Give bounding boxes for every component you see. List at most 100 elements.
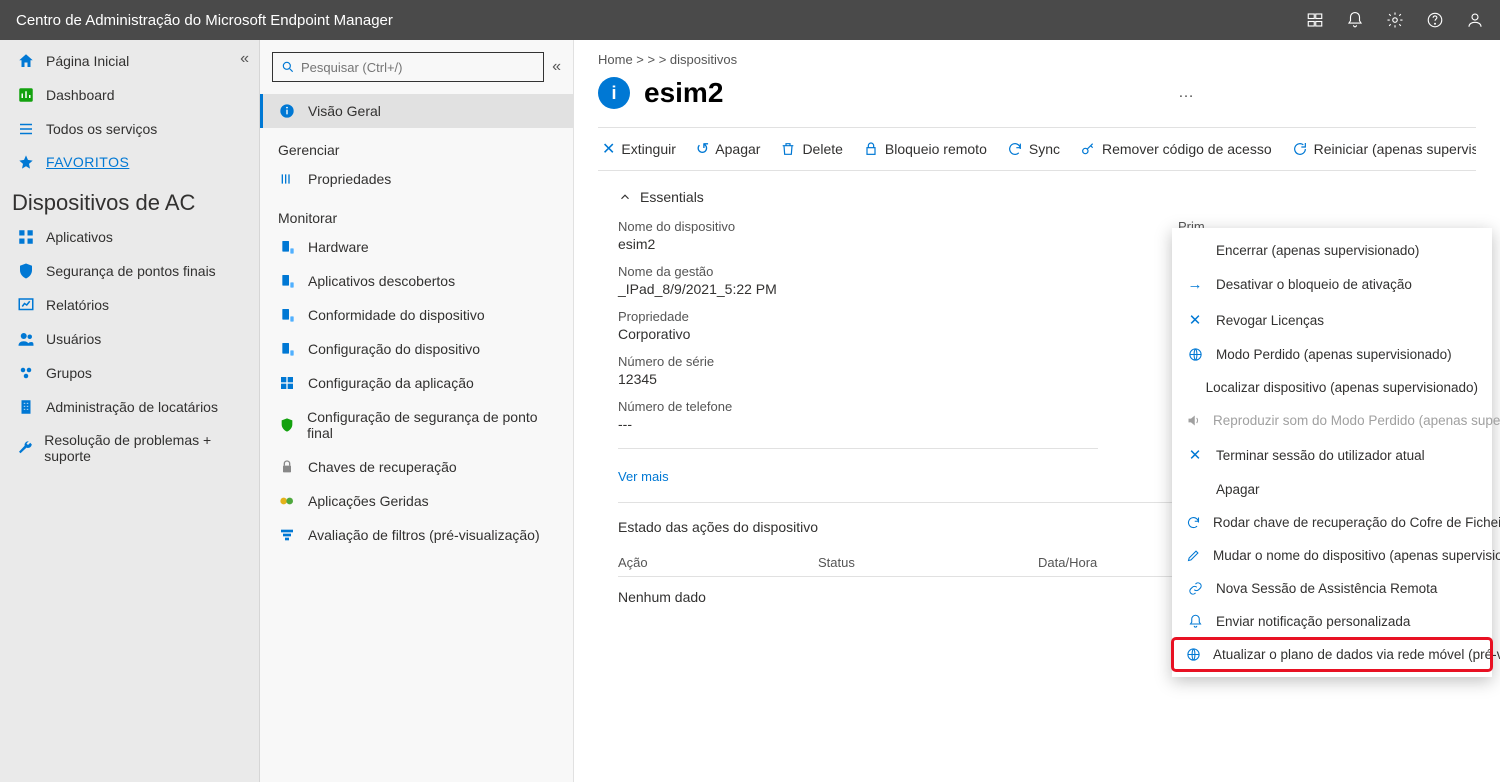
nav-reports[interactable]: Relatórios	[0, 288, 259, 322]
cmd-delete[interactable]: Delete	[776, 141, 846, 157]
nav-home[interactable]: Página Inicial	[0, 44, 259, 78]
globe-icon	[1186, 347, 1204, 362]
breadcrumb[interactable]: Home > > > dispositivos	[598, 52, 1476, 67]
device-icon	[278, 239, 296, 255]
subnav-overview[interactable]: Visão Geral	[260, 94, 573, 128]
topbar-icons	[1306, 11, 1484, 29]
serial-value: 12345	[618, 371, 1098, 387]
nav-apps-label: Aplicativos	[46, 229, 113, 245]
top-bar: Centro de Administração do Microsoft End…	[0, 0, 1500, 40]
directories-icon[interactable]	[1306, 11, 1324, 29]
nav-users[interactable]: Usuários	[0, 322, 259, 356]
subnav-hardware-label: Hardware	[308, 239, 369, 255]
subnav-group-monitor: Monitorar	[260, 196, 573, 230]
x-icon: ✕	[1186, 311, 1204, 329]
nav-tenant-label: Administração de locatários	[46, 399, 218, 415]
appconfig-icon	[278, 375, 296, 391]
tenant-icon	[16, 398, 36, 416]
menu-revoke[interactable]: ✕Revogar Licenças	[1172, 302, 1492, 338]
col-action: Ação	[618, 555, 818, 570]
menu-locate[interactable]: Localizar dispositivo (apenas supervisio…	[1172, 371, 1492, 404]
subnav-managedapps[interactable]: Aplicações Geridas	[260, 484, 573, 518]
x-icon: ✕	[1186, 446, 1204, 464]
main-content: Home > > > dispositivos i esim2 … ✕Extin…	[574, 40, 1500, 782]
nav-allservices[interactable]: Todos os serviços	[0, 112, 259, 146]
nav-apps[interactable]: Aplicativos	[0, 220, 259, 254]
info-icon	[278, 103, 296, 119]
restart-icon	[1292, 141, 1308, 157]
search-box[interactable]	[272, 52, 544, 82]
essentials-toggle[interactable]: Essentials	[618, 189, 1098, 205]
nav-endpointsec[interactable]: Segurança de pontos finais	[0, 254, 259, 288]
devicename-label: Nome do dispositivo	[618, 219, 1098, 234]
lock-icon	[278, 459, 296, 475]
settings-icon[interactable]	[1386, 11, 1404, 29]
subnav-appconfig[interactable]: Configuração da aplicação	[260, 366, 573, 400]
search-input[interactable]	[301, 60, 535, 75]
subnav-compliance[interactable]: Conformidade do dispositivo	[260, 298, 573, 332]
nav-section-devices: Dispositivos de AC	[0, 178, 259, 220]
lock-icon	[863, 141, 879, 157]
nav-endpointsec-label: Segurança de pontos finais	[46, 263, 216, 279]
app-title: Centro de Administração do Microsoft End…	[16, 12, 393, 29]
menu-customnotif[interactable]: Enviar notificação personalizada	[1172, 605, 1492, 638]
shield-small-icon	[278, 417, 295, 433]
cmd-restart[interactable]: Reiniciar (apenas supervisionado)	[1288, 141, 1476, 157]
managedapps-icon	[278, 493, 296, 509]
menu-erase[interactable]: Apagar	[1172, 473, 1492, 506]
collapse-leftnav-icon[interactable]: «	[240, 50, 249, 68]
subnav-deviceconfig[interactable]: Configuração do dispositivo	[260, 332, 573, 366]
subnav-filtereval[interactable]: Avaliação de filtros (pré-visualização)	[260, 518, 573, 552]
nav-favorites[interactable]: FAVORITOS	[0, 146, 259, 178]
nav-troubleshoot-label: Resolução de problemas + suporte	[44, 432, 243, 464]
cmd-remotelock[interactable]: Bloqueio remoto	[859, 141, 991, 157]
device-icon	[278, 307, 296, 323]
subnav-compliance-label: Conformidade do dispositivo	[308, 307, 485, 323]
cmd-sync[interactable]: Sync	[1003, 141, 1064, 157]
nav-troubleshoot[interactable]: Resolução de problemas + suporte	[0, 424, 259, 472]
cmd-retire[interactable]: ✕Extinguir	[598, 139, 680, 159]
x-icon: ✕	[602, 139, 615, 159]
notifications-icon[interactable]	[1346, 11, 1364, 29]
phone-value: ---	[618, 416, 1098, 432]
nav-dashboard-label: Dashboard	[46, 87, 115, 103]
sync-icon	[1007, 141, 1023, 157]
subnav-endpointsecconfig[interactable]: Configuração de segurança de ponto final	[260, 400, 573, 450]
wrench-icon	[16, 439, 34, 457]
cmd-wipe[interactable]: ↺Apagar	[692, 139, 765, 159]
menu-lostmode[interactable]: Modo Perdido (apenas supervisionado)	[1172, 338, 1492, 371]
page-title: esim2	[644, 77, 723, 109]
report-icon	[16, 296, 36, 314]
nav-groups[interactable]: Grupos	[0, 356, 259, 390]
menu-logout[interactable]: ✕Terminar sessão do utilizador atual	[1172, 437, 1492, 473]
apps-icon	[16, 228, 36, 246]
menu-disableactlock[interactable]: →Desativar o bloqueio de ativação	[1172, 267, 1492, 302]
nav-tenant[interactable]: Administração de locatários	[0, 390, 259, 424]
subnav-appconfig-label: Configuração da aplicação	[308, 375, 474, 391]
menu-rotate[interactable]: Rodar chave de recuperação do Cofre de F…	[1172, 506, 1492, 539]
phone-label: Número de telefone	[618, 399, 1098, 414]
subnav-hardware[interactable]: Hardware	[260, 230, 573, 264]
trash-icon	[780, 141, 796, 157]
device-icon	[278, 273, 296, 289]
sound-icon	[1186, 413, 1201, 428]
cmd-removepasscode[interactable]: Remover código de acesso	[1076, 141, 1276, 157]
collapse-subnav-icon[interactable]: «	[552, 58, 561, 76]
subnav-properties[interactable]: Propriedades	[260, 162, 573, 196]
users-icon	[16, 330, 36, 348]
menu-remoteassist[interactable]: Nova Sessão de Assistência Remota	[1172, 572, 1492, 605]
help-icon[interactable]	[1426, 11, 1444, 29]
more-icon[interactable]: …	[1178, 84, 1196, 102]
feedback-icon[interactable]	[1466, 11, 1484, 29]
page-header: i esim2 …	[598, 77, 1476, 109]
menu-rename[interactable]: Mudar o nome do dispositivo (apenas supe…	[1172, 539, 1492, 572]
subnav-recoverykeys[interactable]: Chaves de recuperação	[260, 450, 573, 484]
menu-updatecell[interactable]: Atualizar o plano de dados via rede móve…	[1172, 638, 1492, 671]
subnav-endpointsecconfig-label: Configuração de segurança de ponto final	[307, 409, 555, 441]
pencil-icon	[1186, 548, 1201, 563]
nav-dashboard[interactable]: Dashboard	[0, 78, 259, 112]
menu-shutdown[interactable]: Encerrar (apenas supervisionado)	[1172, 234, 1492, 267]
rotate-icon	[1186, 515, 1201, 530]
see-more-link[interactable]: Ver mais	[618, 469, 669, 484]
subnav-discoveredapps[interactable]: Aplicativos descobertos	[260, 264, 573, 298]
